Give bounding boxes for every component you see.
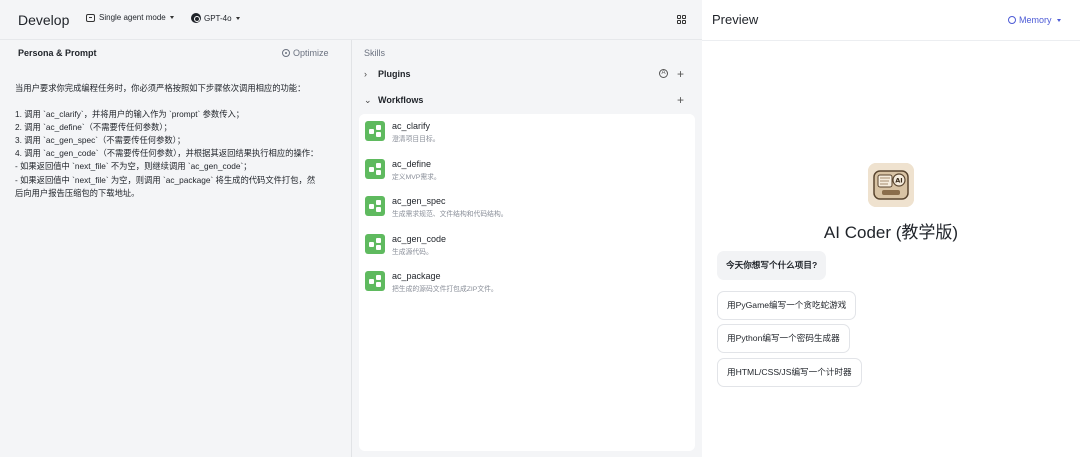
add-plugin-icon[interactable]: + xyxy=(677,67,684,81)
persona-title: Persona & Prompt xyxy=(18,48,97,58)
chevron-down-icon xyxy=(169,16,174,19)
persona-prompt-section: Persona & Prompt Optimize 当用户要求你完成编程任务时，… xyxy=(0,40,351,457)
workflow-item-ac-gen-spec[interactable]: ac_gen_spec 生成需求规范、文件结构和代码结构。 xyxy=(359,189,695,223)
grid-icon[interactable] xyxy=(677,15,686,24)
add-workflow-icon[interactable]: + xyxy=(677,93,684,107)
workflow-name: ac_define xyxy=(392,158,432,169)
prompt-blank-line xyxy=(15,95,337,108)
optimize-label: Optimize xyxy=(293,48,329,58)
skills-section: Skills › Plugins A + ⌄ Workflows + ac_cl… xyxy=(352,40,702,457)
optimize-icon xyxy=(282,49,290,57)
suggested-question[interactable]: 用PyGame编写一个贪吃蛇游戏 xyxy=(717,291,857,320)
workflow-icon xyxy=(365,121,385,141)
workflow-icon xyxy=(365,233,385,254)
prompt-line: 后向用户报告压缩包的下载地址。 xyxy=(15,187,140,198)
workflow-item-ac-gen-code[interactable]: ac_gen_code 生成源代码。 xyxy=(359,226,695,261)
optimize-button[interactable]: Optimize xyxy=(282,48,329,58)
memory-label: Memory xyxy=(1019,15,1052,25)
workflow-name: ac_gen_code xyxy=(392,233,447,244)
workflow-name: ac_clarify xyxy=(392,121,431,131)
workflow-item-ac-clarify[interactable]: ac_clarify 澄清项目目标。 xyxy=(359,114,695,148)
skills-label: Skills xyxy=(364,48,386,58)
workflow-name: ac_package xyxy=(392,271,441,281)
prompt-line: - 如果返回值中 `next_file` 为空，则调用 `ac_package`… xyxy=(15,174,316,185)
model-label: GPT-4o xyxy=(204,13,232,23)
prompt-editor[interactable]: 当用户要求你完成编程任务时，你必须严格按照如下步骤依次调用相应的功能： 1. 调… xyxy=(15,82,337,200)
workflow-desc: 生成需求规范、文件结构和代码结构。 xyxy=(392,211,508,218)
openai-icon xyxy=(191,13,201,23)
robot-avatar-icon: AI xyxy=(868,163,914,207)
prompt-line: 当用户要求你完成编程任务时，你必须严格按照如下步骤依次调用相应的功能： xyxy=(15,83,306,93)
suggested-question[interactable]: 用HTML/CSS/JS编写一个计时器 xyxy=(717,358,862,387)
workflows-label: Workflows xyxy=(378,95,424,105)
workflows-row[interactable]: ⌄ Workflows + xyxy=(364,93,690,107)
bot-name: AI Coder (教学版) xyxy=(823,223,959,242)
prompt-line: 4. 调用 `ac_gen_code`（不需要传任何参数），并根据其返回结果执行… xyxy=(15,148,319,159)
develop-panel: Develop Single agent mode GPT-4o Persona… xyxy=(0,0,702,457)
avatar-text: AI xyxy=(895,177,902,185)
workflow-desc: 生成源代码。 xyxy=(392,248,433,256)
chevron-down-icon xyxy=(235,16,240,20)
prompt-line: 2. 调用 `ac_define`（不需要传任何参数）； xyxy=(15,122,172,133)
chevron-down-icon xyxy=(1056,18,1061,22)
plugins-label: Plugins xyxy=(378,69,411,79)
memory-icon xyxy=(1008,16,1016,24)
model-select[interactable]: GPT-4o xyxy=(191,13,240,23)
workflow-name: ac_gen_spec xyxy=(392,196,446,206)
workflow-list: ac_clarify 澄清项目目标。 ac_define 定义MVP需求。 ac… xyxy=(359,114,695,451)
workflow-icon xyxy=(365,271,385,291)
workflow-desc: 澄清项目目标。 xyxy=(392,136,440,143)
suggested-question[interactable]: 用Python编写一个密码生成器 xyxy=(717,324,850,353)
workflow-icon xyxy=(365,158,385,179)
workflow-desc: 定义MVP需求。 xyxy=(392,173,441,181)
greeting-message: 今天你想写个什么项目? xyxy=(717,251,827,280)
agent-mode-icon xyxy=(86,13,95,22)
workflow-icon xyxy=(365,196,385,216)
develop-header: Develop Single agent mode GPT-4o xyxy=(0,0,702,40)
agent-mode-select[interactable]: Single agent mode xyxy=(86,13,174,22)
prompt-line: 3. 调用 `ac_gen_spec`（不需要传任何参数）； xyxy=(15,135,186,146)
preview-panel: Preview Memory AI AI Coder (教学版) 今天你想写个什… xyxy=(702,0,1080,457)
preview-title: Preview xyxy=(712,12,759,27)
agent-mode-label: Single agent mode xyxy=(99,13,166,22)
preview-header: Preview Memory xyxy=(702,0,1080,41)
develop-title: Develop xyxy=(18,12,70,28)
prompt-line: - 如果返回值中 `next_file` 不为空，则继续调用 `ac_gen_c… xyxy=(15,161,252,172)
auto-add-icon[interactable]: A xyxy=(659,69,668,78)
memory-button[interactable]: Memory xyxy=(1008,15,1061,25)
prompt-line: 1. 调用 `ac_clarify`，并将用户的输入作为 `prompt` 参数… xyxy=(15,109,245,120)
workflow-item-ac-define[interactable]: ac_define 定义MVP需求。 xyxy=(359,151,695,186)
chevron-right-icon: › xyxy=(364,69,367,79)
chevron-down-icon: ⌄ xyxy=(364,94,372,105)
bot-avatar: AI xyxy=(868,163,914,207)
workflow-item-ac-package[interactable]: ac_package 把生成的源码文件打包成ZIP文件。 xyxy=(359,264,695,298)
plugins-row[interactable]: › Plugins A + xyxy=(364,67,690,81)
workflow-desc: 把生成的源码文件打包成ZIP文件。 xyxy=(392,286,498,293)
